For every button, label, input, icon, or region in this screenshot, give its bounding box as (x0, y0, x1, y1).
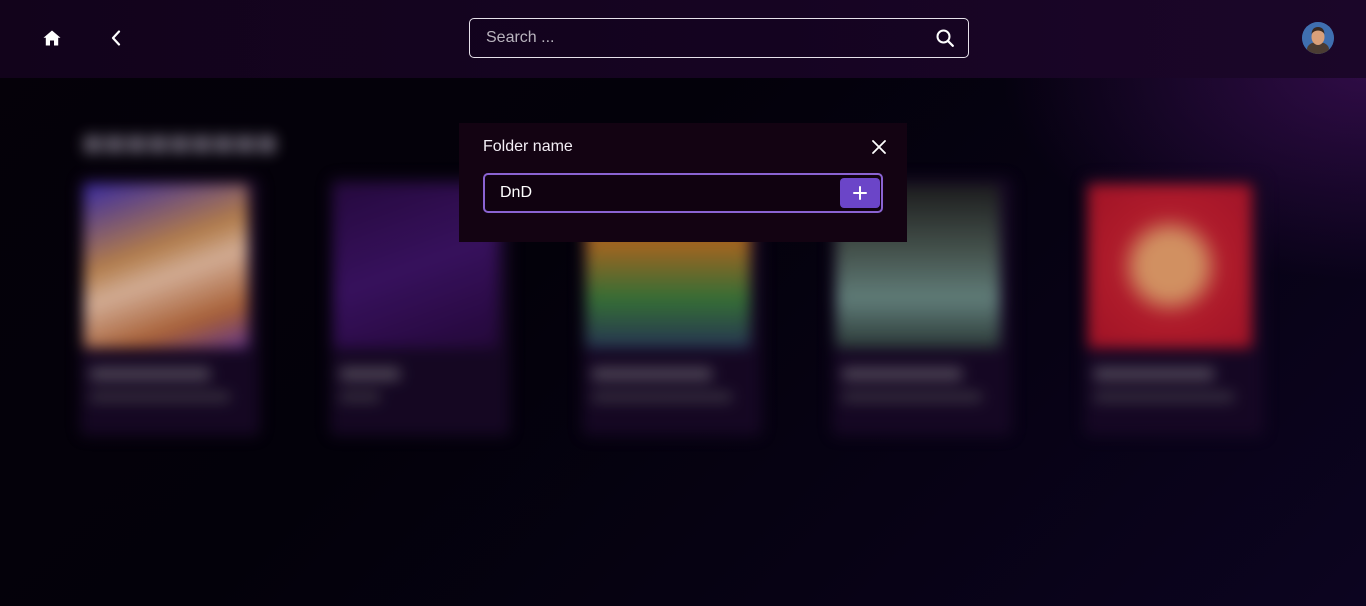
search-input[interactable] (470, 19, 922, 57)
blurred-podcast-card (80, 178, 260, 436)
user-avatar[interactable] (1302, 22, 1334, 54)
plus-icon (853, 186, 867, 200)
blurred-section-title: ■■■■■■■■■ (82, 122, 278, 163)
chevron-left-icon (111, 30, 121, 46)
blurred-podcast-card (1084, 178, 1264, 436)
top-bar (0, 0, 1366, 78)
home-icon (43, 30, 61, 46)
search-bar (469, 18, 969, 58)
add-folder-button[interactable] (840, 178, 880, 208)
folder-name-dialog: Folder name (459, 123, 907, 242)
folder-name-input[interactable] (485, 175, 835, 211)
search-button[interactable] (922, 19, 968, 57)
back-button[interactable] (100, 22, 132, 54)
folder-name-field (483, 173, 883, 213)
page: ■■■■■■■■■ Search ... Folder name DnD (0, 0, 1366, 606)
close-button[interactable] (869, 137, 889, 157)
avatar-image (1302, 22, 1334, 54)
search-icon (936, 29, 954, 47)
dialog-title: Folder name (483, 138, 573, 155)
home-button[interactable] (36, 22, 68, 54)
close-icon (872, 140, 886, 154)
